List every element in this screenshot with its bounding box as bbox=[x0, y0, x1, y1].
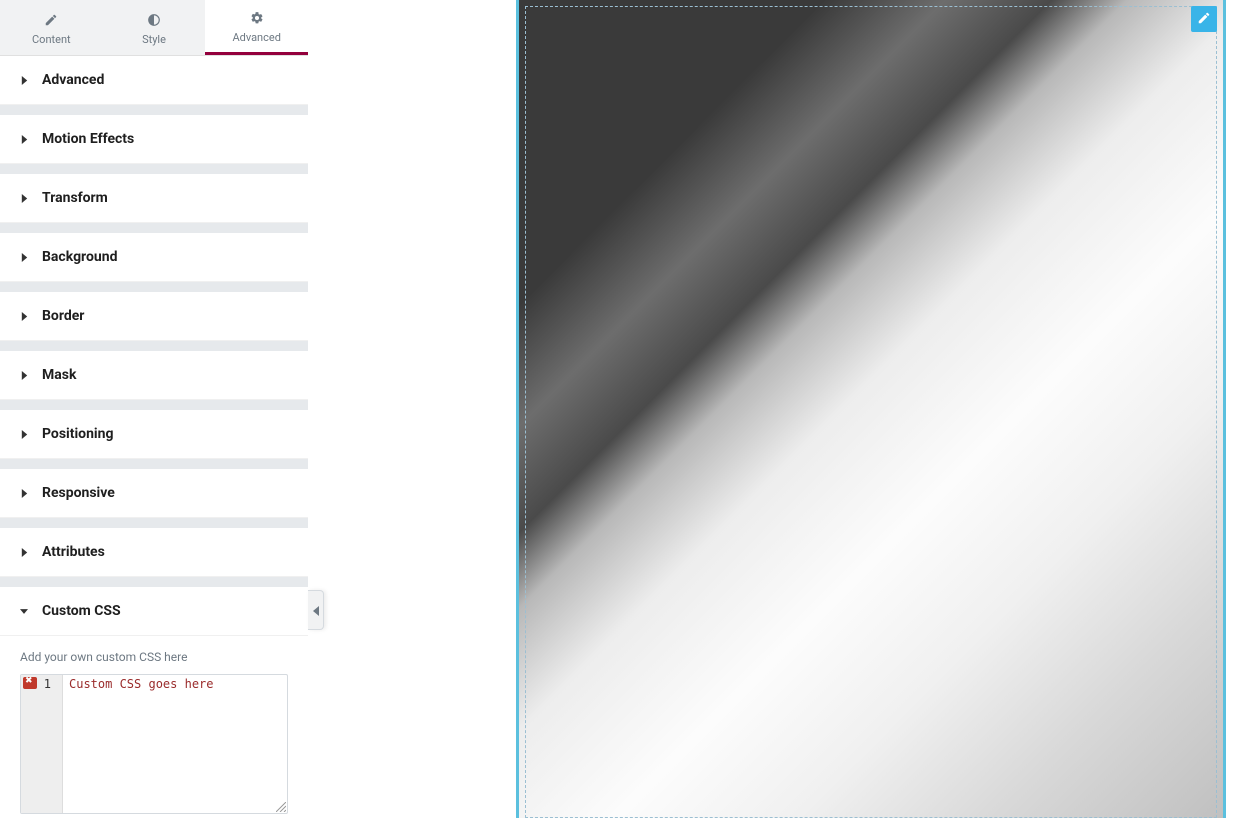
selection-outline bbox=[525, 6, 1217, 818]
section-border[interactable]: Border bbox=[0, 292, 308, 341]
pencil-icon bbox=[43, 12, 59, 28]
caret-right-icon bbox=[20, 194, 28, 202]
section-attributes[interactable]: Attributes bbox=[0, 528, 308, 577]
section-responsive-title: Responsive bbox=[42, 485, 115, 501]
caret-down-icon bbox=[20, 607, 28, 615]
tab-content[interactable]: Content bbox=[0, 0, 103, 55]
custom-css-label: Add your own custom CSS here bbox=[20, 650, 288, 664]
caret-right-icon bbox=[20, 135, 28, 143]
code-gutter: 1 bbox=[21, 675, 63, 813]
error-icon bbox=[23, 677, 37, 689]
section-positioning-title: Positioning bbox=[42, 426, 113, 442]
section-custom-css-title: Custom CSS bbox=[42, 603, 121, 619]
resize-handle-icon[interactable] bbox=[276, 802, 286, 812]
caret-right-icon bbox=[20, 489, 28, 497]
edit-element-button[interactable] bbox=[1191, 6, 1217, 32]
section-attributes-title: Attributes bbox=[42, 544, 105, 560]
section-advanced-title: Advanced bbox=[42, 72, 104, 88]
section-background[interactable]: Background bbox=[0, 233, 308, 282]
section-custom-css[interactable]: Custom CSS bbox=[0, 587, 308, 636]
caret-right-icon bbox=[20, 548, 28, 556]
section-positioning[interactable]: Positioning bbox=[0, 410, 308, 459]
section-advanced[interactable]: Advanced bbox=[0, 56, 308, 105]
editor-sidebar: Content Style Advanced Advanced Motion E… bbox=[0, 0, 308, 818]
section-mask-title: Mask bbox=[42, 367, 76, 383]
pencil-icon bbox=[1197, 10, 1211, 29]
panel-tabs: Content Style Advanced bbox=[0, 0, 308, 56]
preview-canvas bbox=[308, 0, 1233, 818]
tab-advanced[interactable]: Advanced bbox=[205, 0, 308, 55]
section-background-title: Background bbox=[42, 249, 117, 265]
custom-css-editor[interactable]: 1 Custom CSS goes here bbox=[20, 674, 288, 814]
contrast-icon bbox=[146, 12, 162, 28]
sidebar-collapse-toggle[interactable] bbox=[308, 590, 324, 630]
gear-icon bbox=[249, 10, 265, 26]
element-frame[interactable] bbox=[516, 0, 1226, 818]
section-transform-title: Transform bbox=[42, 190, 108, 206]
caret-right-icon bbox=[20, 371, 28, 379]
sections-list: Advanced Motion Effects Transform Backgr… bbox=[0, 56, 308, 818]
chevron-left-icon bbox=[313, 601, 319, 620]
section-mask[interactable]: Mask bbox=[0, 351, 308, 400]
code-textarea[interactable]: Custom CSS goes here bbox=[63, 675, 287, 813]
caret-right-icon bbox=[20, 253, 28, 261]
tab-advanced-label: Advanced bbox=[232, 31, 280, 44]
section-motion-effects[interactable]: Motion Effects bbox=[0, 115, 308, 164]
custom-css-body: Add your own custom CSS here 1 Custom CS… bbox=[0, 636, 308, 818]
section-responsive[interactable]: Responsive bbox=[0, 469, 308, 518]
section-motion-effects-title: Motion Effects bbox=[42, 131, 134, 147]
caret-right-icon bbox=[20, 430, 28, 438]
caret-right-icon bbox=[20, 312, 28, 320]
tab-style[interactable]: Style bbox=[103, 0, 206, 55]
section-transform[interactable]: Transform bbox=[0, 174, 308, 223]
tab-style-label: Style bbox=[142, 33, 166, 46]
caret-right-icon bbox=[20, 76, 28, 84]
tab-content-label: Content bbox=[32, 33, 71, 46]
section-border-title: Border bbox=[42, 308, 84, 324]
